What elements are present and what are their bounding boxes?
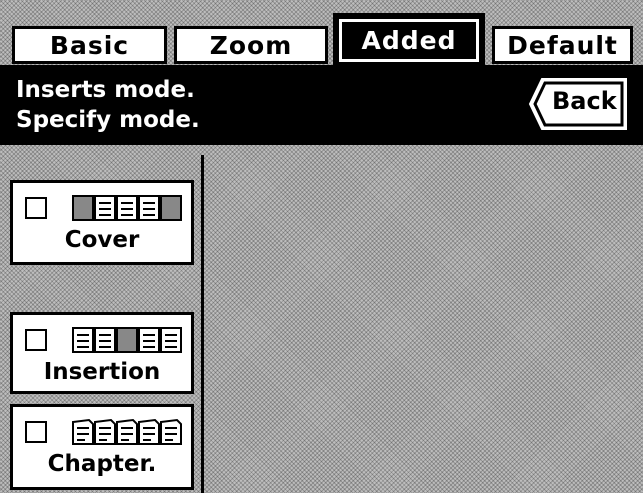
chapter-mode-button[interactable]: Chapter. [10, 404, 194, 490]
back-button[interactable]: Back [528, 77, 628, 131]
message-line-2: Specify mode. [16, 107, 200, 133]
cover-pages-icon [72, 195, 182, 221]
cover-label: Cover [64, 227, 140, 253]
message-line-1: Inserts mode. [16, 77, 195, 103]
tab-basic-label: Basic [49, 30, 130, 60]
tab-zoom-label: Zoom [209, 30, 293, 60]
tab-basic[interactable]: Basic [12, 26, 167, 64]
message-bar: Inserts mode. Specify mode. Back [0, 65, 643, 145]
back-button-label: Back [552, 87, 617, 115]
insertion-checkbox[interactable] [25, 329, 47, 351]
insertion-label: Insertion [43, 359, 161, 385]
tab-added[interactable]: Added [333, 13, 485, 68]
tab-default[interactable]: Default [492, 26, 633, 64]
chapter-checkbox[interactable] [25, 421, 47, 443]
column-divider [201, 155, 204, 493]
insertion-mode-button[interactable]: Insertion [10, 312, 194, 394]
cover-mode-button[interactable]: Cover [10, 180, 194, 265]
insertion-pages-icon [72, 327, 182, 353]
tab-default-label: Default [507, 30, 618, 60]
chapter-label: Chapter. [47, 451, 157, 477]
tab-zoom[interactable]: Zoom [174, 26, 328, 64]
copier-panel: Basic Zoom Added Default Inserts mode. S… [0, 0, 643, 493]
chapter-pages-icon [72, 418, 182, 445]
tab-added-label: Added [361, 26, 457, 55]
cover-checkbox[interactable] [25, 197, 47, 219]
